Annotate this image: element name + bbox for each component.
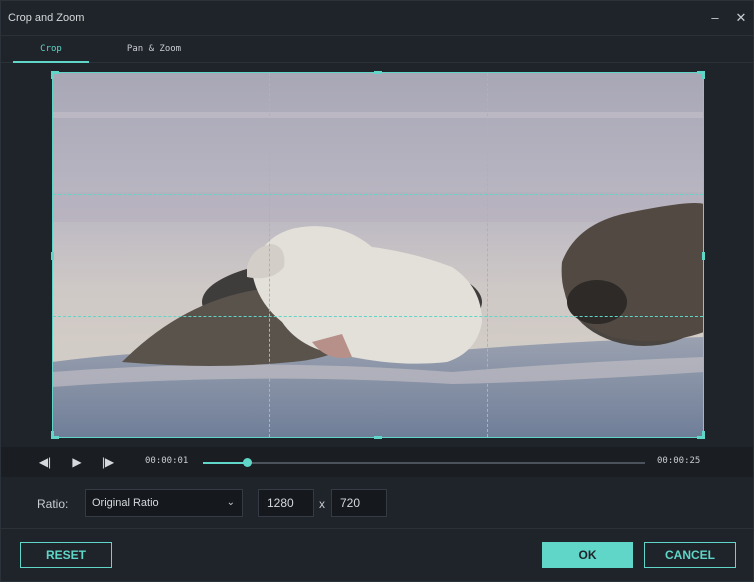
play-icon[interactable]: ▶: [68, 453, 86, 471]
close-icon[interactable]: ✕: [733, 10, 749, 26]
crop-handle-top-right[interactable]: [697, 71, 705, 79]
tab-crop[interactable]: Crop: [13, 36, 89, 63]
seek-progress: [203, 462, 248, 464]
next-frame-icon[interactable]: |▶: [99, 453, 117, 471]
ratio-label: Ratio:: [37, 497, 69, 511]
reset-button[interactable]: RESET: [20, 542, 112, 568]
ok-button[interactable]: OK: [542, 542, 633, 568]
dialog-title: Crop and Zoom: [8, 12, 85, 24]
tab-bar: Crop Pan & Zoom: [1, 35, 753, 63]
ratio-row: Ratio: Original Ratio ⌄ 1280 x 720: [1, 479, 753, 529]
chevron-down-icon: ⌄: [226, 497, 235, 508]
crop-handle-top[interactable]: [374, 71, 382, 74]
crop-zoom-dialog: Crop and Zoom – ✕ Crop Pan & Zoom ◀| ▶ |…: [0, 0, 754, 582]
width-field[interactable]: 1280: [258, 489, 314, 517]
preview-image: [52, 72, 704, 438]
ratio-select-value: Original Ratio: [92, 497, 159, 509]
playback-bar: ◀| ▶ |▶ 00:00:01 00:00:25: [1, 447, 753, 477]
ratio-select[interactable]: Original Ratio ⌄: [85, 489, 243, 517]
crop-handle-top-left[interactable]: [51, 71, 59, 79]
total-time: 00:00:25: [657, 456, 701, 466]
seek-slider[interactable]: [203, 458, 645, 467]
dimension-separator: x: [319, 497, 325, 511]
tab-pan-zoom[interactable]: Pan & Zoom: [111, 36, 197, 63]
previous-frame-icon[interactable]: ◀|: [36, 453, 54, 471]
current-time: 00:00:01: [145, 456, 189, 466]
crop-handle-bottom-left[interactable]: [51, 431, 59, 439]
height-field[interactable]: 720: [331, 489, 387, 517]
title-bar: Crop and Zoom – ✕: [1, 1, 753, 35]
crop-handle-bottom-right[interactable]: [697, 431, 705, 439]
seek-thumb[interactable]: [243, 458, 253, 467]
crop-handle-bottom[interactable]: [374, 436, 382, 439]
minimize-icon[interactable]: –: [707, 10, 723, 26]
cancel-button[interactable]: CANCEL: [644, 542, 736, 568]
crop-handle-left[interactable]: [51, 252, 54, 260]
crop-handle-right[interactable]: [702, 252, 705, 260]
preview-stage: [1, 64, 753, 444]
